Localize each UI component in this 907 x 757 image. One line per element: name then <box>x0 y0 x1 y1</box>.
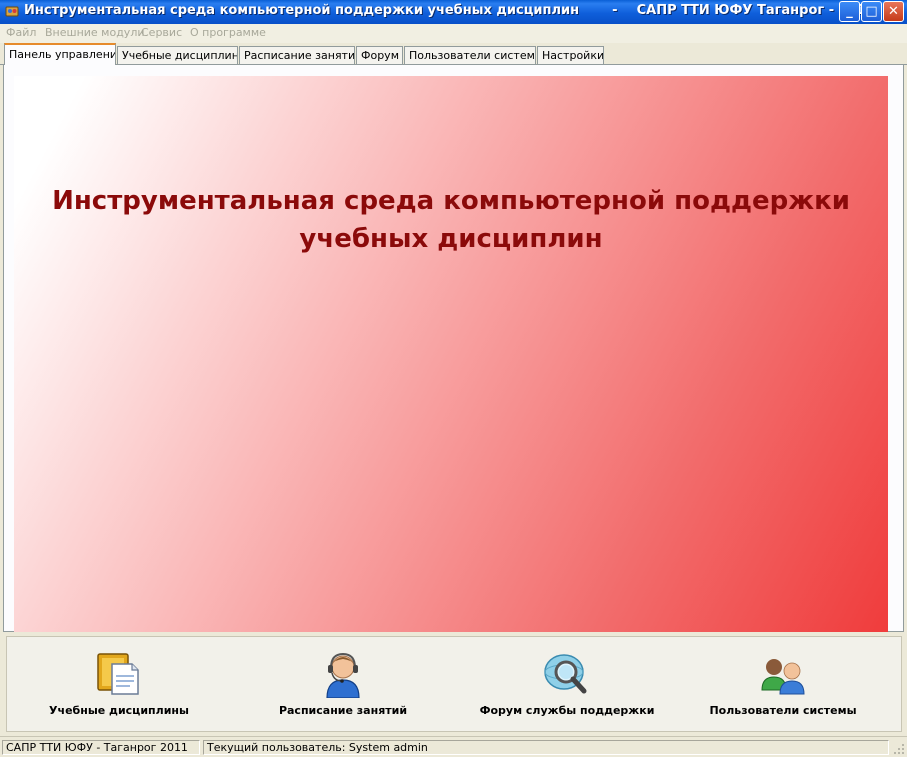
tab-control-panel[interactable]: Панель управления <box>4 43 116 65</box>
schedule-button[interactable]: Расписание занятий <box>243 644 443 724</box>
banner-title-line1: Инструментальная среда компьютерной подд… <box>52 186 850 216</box>
tab-schedule[interactable]: Расписание занятий <box>239 46 355 64</box>
menu-bar: Файл Внешние модули Сервис О программе <box>0 24 907 43</box>
headset-user-icon <box>326 652 360 698</box>
users-button-label: Пользователи системы <box>709 704 857 717</box>
menu-service[interactable]: Сервис <box>141 26 182 39</box>
users-icon <box>761 659 805 695</box>
menu-external-modules[interactable]: Внешние модули <box>45 26 145 39</box>
minimize-button[interactable]: _ <box>839 1 860 22</box>
banner-title-line2: учебных дисциплин <box>299 224 603 254</box>
welcome-banner: Инструментальная среда компьютерной подд… <box>14 76 888 632</box>
status-current-user: Текущий пользователь: System admin <box>203 740 889 755</box>
tab-forum[interactable]: Форум <box>356 46 403 64</box>
book-icon <box>97 653 139 695</box>
schedule-button-label: Расписание занятий <box>278 704 408 717</box>
disciplines-button-label: Учебные дисциплины <box>49 704 189 717</box>
status-app: САПР ТТИ ЮФУ - Таганрог 2011 <box>2 740 200 755</box>
resize-grip-icon[interactable] <box>893 743 905 755</box>
app-icon[interactable] <box>5 4 19 18</box>
window-title-main: Инструментальная среда компьютерной подд… <box>24 3 580 18</box>
maximize-icon: □ <box>865 4 878 19</box>
tab-users[interactable]: Пользователи системы <box>404 46 536 64</box>
minimize-icon: _ <box>846 4 853 19</box>
tab-settings[interactable]: Настройки <box>537 46 604 64</box>
window-title: Инструментальная среда компьютерной подд… <box>24 3 875 18</box>
forum-button[interactable]: Форум службы поддержки <box>467 644 667 724</box>
tab-disciplines[interactable]: Учебные дисциплины <box>117 46 238 64</box>
forum-button-label: Форум службы поддержки <box>479 704 655 717</box>
users-button[interactable]: Пользователи системы <box>683 644 883 724</box>
window-title-separator: - <box>612 3 618 18</box>
disciplines-button[interactable]: Учебные дисциплины <box>19 644 219 724</box>
close-icon: ✕ <box>888 4 899 19</box>
maximize-button[interactable]: □ <box>861 1 882 22</box>
magnifier-globe-icon <box>544 654 587 694</box>
title-bar[interactable]: Инструментальная среда компьютерной подд… <box>0 0 907 24</box>
close-button[interactable]: ✕ <box>883 1 904 22</box>
menu-about[interactable]: О программе <box>190 26 266 39</box>
banner-title: Инструментальная среда компьютерной подд… <box>14 182 888 258</box>
menu-file[interactable]: Файл <box>6 26 36 39</box>
status-bar: САПР ТТИ ЮФУ - Таганрог 2011 Текущий пол… <box>0 736 907 757</box>
